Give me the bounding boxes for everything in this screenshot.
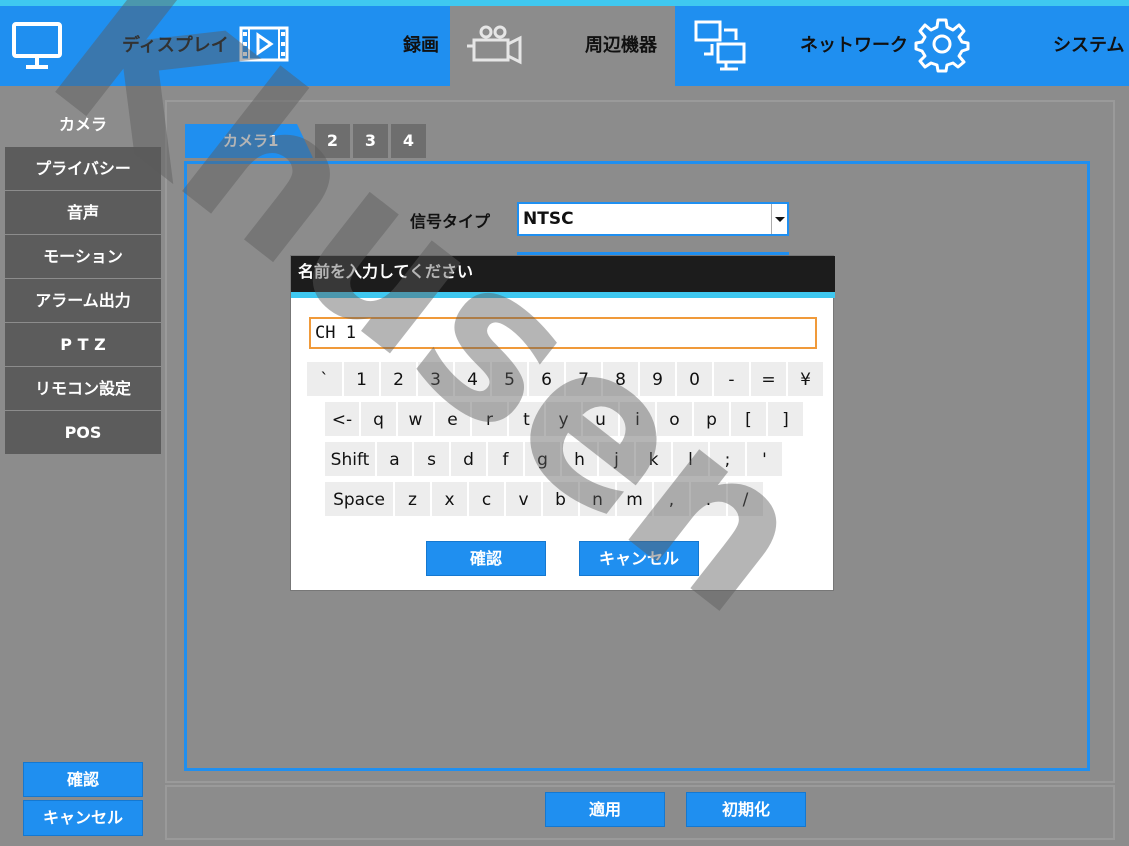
- camera-icon: [467, 25, 522, 65]
- key-3[interactable]: 3: [418, 362, 455, 398]
- signal-type-select[interactable]: NTSC: [517, 202, 789, 236]
- chevron-down-icon[interactable]: [771, 204, 787, 234]
- sidebar-confirm-button[interactable]: 確認: [23, 762, 143, 797]
- key-h[interactable]: h: [562, 442, 599, 478]
- key-w[interactable]: w: [398, 402, 435, 438]
- key-semicolon[interactable]: ;: [710, 442, 747, 478]
- sidebar-item-pos[interactable]: POS: [5, 411, 161, 454]
- key-v[interactable]: v: [506, 482, 543, 518]
- key-t[interactable]: t: [509, 402, 546, 438]
- key-quote[interactable]: ': [747, 442, 784, 478]
- nav-label-record: 録画: [403, 35, 439, 56]
- key-j[interactable]: j: [599, 442, 636, 478]
- key-shift[interactable]: Shift: [325, 442, 377, 478]
- key-space[interactable]: Space: [325, 482, 395, 518]
- key-k[interactable]: k: [636, 442, 673, 478]
- key-s[interactable]: s: [414, 442, 451, 478]
- key-1[interactable]: 1: [344, 362, 381, 398]
- name-input[interactable]: CH 1: [309, 317, 817, 349]
- key-9[interactable]: 9: [640, 362, 677, 398]
- tab-camera-3[interactable]: 3: [353, 124, 388, 158]
- nav-item-network[interactable]: ネットワーク: [675, 6, 908, 86]
- key-6[interactable]: 6: [529, 362, 566, 398]
- dialog-cancel-button[interactable]: キャンセル: [579, 541, 699, 576]
- key-n[interactable]: n: [580, 482, 617, 518]
- nav-label-peripherals: 周辺機器: [585, 35, 657, 56]
- key-backspace[interactable]: <-: [325, 402, 361, 438]
- key-y[interactable]: y: [546, 402, 583, 438]
- tab-camera-4[interactable]: 4: [391, 124, 426, 158]
- nav-item-display[interactable]: ディスプレイ: [0, 6, 229, 86]
- sidebar-item-remote-settings[interactable]: リモコン設定: [5, 367, 161, 410]
- key-period[interactable]: .: [691, 482, 728, 518]
- key-d[interactable]: d: [451, 442, 488, 478]
- sidebar-item-privacy[interactable]: プライバシー: [5, 147, 161, 190]
- key-bracket-right[interactable]: ]: [768, 402, 805, 438]
- key-q[interactable]: q: [361, 402, 398, 438]
- tab-camera-1[interactable]: カメラ1: [185, 124, 313, 158]
- key-8[interactable]: 8: [603, 362, 640, 398]
- key-bracket-left[interactable]: [: [731, 402, 768, 438]
- sidebar-item-camera[interactable]: カメラ: [5, 103, 161, 146]
- key-a[interactable]: a: [377, 442, 414, 478]
- key-minus[interactable]: -: [714, 362, 751, 398]
- sidebar: カメラ プライバシー 音声 モーション アラーム出力 P T Z リモコン設定 …: [5, 103, 161, 455]
- tab-camera-2[interactable]: 2: [315, 124, 350, 158]
- apply-button[interactable]: 適用: [545, 792, 665, 827]
- key-i[interactable]: i: [620, 402, 657, 438]
- sidebar-item-audio[interactable]: 音声: [5, 191, 161, 234]
- sidebar-item-motion[interactable]: モーション: [5, 235, 161, 278]
- key-slash[interactable]: /: [728, 482, 765, 518]
- key-5[interactable]: 5: [492, 362, 529, 398]
- nav-item-record[interactable]: 録画: [225, 6, 450, 86]
- key-b[interactable]: b: [543, 482, 580, 518]
- key-r[interactable]: r: [472, 402, 509, 438]
- signal-type-value: NTSC: [523, 209, 574, 229]
- sidebar-item-alarm-output[interactable]: アラーム出力: [5, 279, 161, 322]
- nav-item-system[interactable]: システム: [900, 6, 1129, 86]
- film-icon: [239, 26, 289, 62]
- key-comma[interactable]: ,: [654, 482, 691, 518]
- key-0[interactable]: 0: [677, 362, 714, 398]
- key-l[interactable]: l: [673, 442, 710, 478]
- name-input-dialog: 名前を入力してください CH 1 ` 1 2 3 4 5 6 7 8 9 0- = ¥ <- q w e r t y u…: [290, 255, 835, 591]
- nav-item-peripherals[interactable]: 周辺機器: [450, 6, 675, 86]
- monitor-icon: [12, 22, 62, 69]
- dialog-title-divider: [291, 292, 835, 298]
- nav-label-system: システム: [1053, 35, 1125, 56]
- key-4[interactable]: 4: [455, 362, 492, 398]
- key-e[interactable]: e: [435, 402, 472, 438]
- key-7[interactable]: 7: [566, 362, 603, 398]
- key-c[interactable]: c: [469, 482, 506, 518]
- nav-label-display: ディスプレイ: [122, 35, 229, 56]
- gear-icon: [914, 18, 970, 73]
- signal-type-label: 信号タイプ: [410, 212, 491, 231]
- reset-button[interactable]: 初期化: [686, 792, 806, 827]
- key-yen[interactable]: ¥: [788, 362, 825, 398]
- dialog-title: 名前を入力してください: [291, 256, 835, 295]
- key-o[interactable]: o: [657, 402, 694, 438]
- key-equals[interactable]: =: [751, 362, 788, 398]
- sidebar-item-ptz[interactable]: P T Z: [5, 323, 161, 366]
- key-u[interactable]: u: [583, 402, 620, 438]
- network-icon: [694, 20, 746, 71]
- top-nav-bar: ディスプレイ 録画 周辺機器 ネットワーク システム: [0, 0, 1129, 86]
- key-g[interactable]: g: [525, 442, 562, 478]
- key-f[interactable]: f: [488, 442, 525, 478]
- key-p[interactable]: p: [694, 402, 731, 438]
- key-2[interactable]: 2: [381, 362, 418, 398]
- key-z[interactable]: z: [395, 482, 432, 518]
- key-backtick[interactable]: `: [307, 362, 344, 398]
- key-x[interactable]: x: [432, 482, 469, 518]
- key-m[interactable]: m: [617, 482, 654, 518]
- sidebar-cancel-button[interactable]: キャンセル: [23, 800, 143, 836]
- dialog-confirm-button[interactable]: 確認: [426, 541, 546, 576]
- nav-label-network: ネットワーク: [800, 35, 908, 56]
